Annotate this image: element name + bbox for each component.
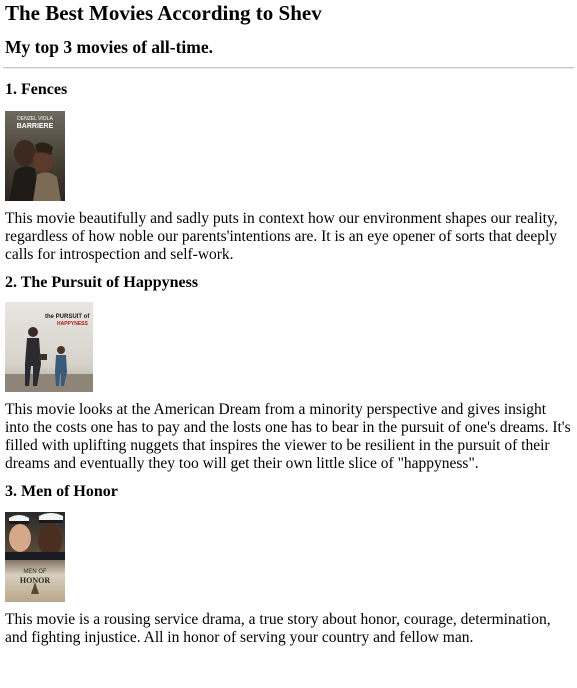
movie-title: 1. Fences — [5, 81, 68, 98]
poster-credit: DENZEL VIOLA — [17, 116, 53, 122]
movie-title: 2. The Pursuit of Happyness — [5, 274, 199, 291]
movie-entry-pursuit-of-happyness: 2. The Pursuit of Happyness the PURSUIT … — [5, 274, 573, 473]
movie-description: This movie beautifully and sadly puts in… — [5, 210, 558, 263]
page-content: The Best Movies According to Shev My top… — [3, 0, 574, 647]
poster-title-line2: HAPPYNESS — [57, 321, 88, 327]
movie-entry-men-of-honor: 3. Men of Honor MEN OF HONOR This movie … — [5, 483, 573, 647]
poster-title-text: BARRIERE — [16, 123, 54, 130]
poster-title-line1: the PURSUIT of — [45, 314, 90, 320]
poster-title-line1: MEN OF — [23, 569, 47, 575]
divider — [3, 67, 574, 69]
fences-poster-image: DENZEL VIOLA BARRIERE — [5, 111, 65, 201]
men-of-honor-poster-image: MEN OF HONOR — [5, 512, 65, 602]
page-subtitle: My top 3 movies of all-time. — [5, 37, 214, 57]
movie-title: 3. Men of Honor — [5, 483, 118, 500]
page-title: The Best Movies According to Shev — [5, 1, 322, 25]
movie-description: This movie looks at the American Dream f… — [5, 401, 571, 472]
movie-entry-fences: 1. Fences DENZEL VIOLA BARRIERE This mov… — [5, 81, 573, 264]
movie-description: This movie is a rousing service drama, a… — [5, 611, 551, 646]
poster-title-line2: HONOR — [19, 576, 51, 585]
pursuit-of-happyness-poster-image: the PURSUIT of HAPPYNESS — [5, 302, 93, 392]
